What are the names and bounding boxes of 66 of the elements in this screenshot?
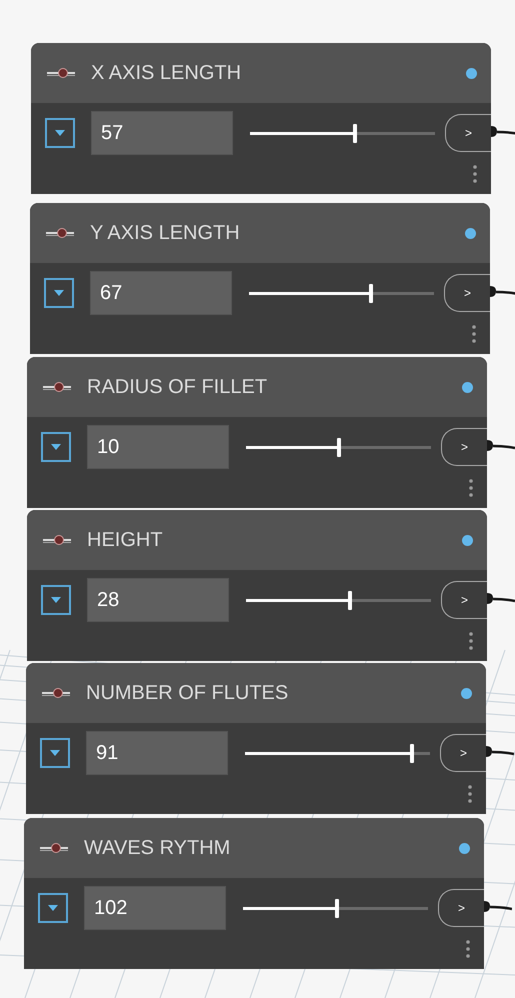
value-field[interactable]: 67: [90, 271, 232, 315]
slider[interactable]: [250, 124, 435, 142]
slider-thumb[interactable]: [353, 124, 358, 142]
value-field[interactable]: 10: [87, 425, 229, 469]
slider[interactable]: [245, 744, 430, 762]
dropdown-toggle[interactable]: [45, 118, 75, 148]
node-title: WAVES RYTHM: [84, 836, 230, 861]
slider[interactable]: [246, 590, 431, 610]
slider-icon: [39, 842, 69, 854]
more-icon[interactable]: [473, 165, 477, 183]
node-title: RADIUS OF FILLET: [87, 375, 268, 400]
value-field[interactable]: 28: [87, 578, 229, 622]
connector-wire: [486, 745, 514, 759]
slider-node[interactable]: NUMBER OF FLUTES 91 >: [26, 663, 486, 814]
triangle-down-icon: [55, 130, 65, 136]
more-icon[interactable]: [468, 785, 472, 803]
slider-thumb[interactable]: [335, 898, 340, 918]
dropdown-toggle[interactable]: [41, 432, 71, 462]
dropdown-toggle[interactable]: [40, 738, 70, 768]
node-header[interactable]: HEIGHT: [27, 510, 487, 570]
node-title: HEIGHT: [87, 528, 163, 553]
dropdown-toggle[interactable]: [38, 893, 68, 923]
node-title: X AXIS LENGTH: [91, 61, 242, 86]
connector-wire: [491, 125, 515, 139]
value-field[interactable]: 91: [86, 731, 228, 775]
node-header[interactable]: X AXIS LENGTH: [31, 43, 491, 103]
slider-thumb[interactable]: [410, 744, 414, 762]
slider-thumb[interactable]: [369, 284, 374, 302]
slider-thumb[interactable]: [348, 590, 352, 610]
triangle-down-icon: [54, 290, 64, 296]
slider[interactable]: [243, 898, 428, 918]
slider[interactable]: [249, 284, 434, 302]
value-field[interactable]: 57: [91, 111, 233, 155]
slider-node[interactable]: X AXIS LENGTH 57 >: [31, 43, 491, 194]
node-header[interactable]: NUMBER OF FLUTES: [26, 663, 486, 723]
slider-icon: [42, 534, 72, 546]
dropdown-toggle[interactable]: [44, 278, 74, 308]
slider-icon: [45, 227, 75, 239]
slider-thumb[interactable]: [336, 438, 340, 456]
value-field[interactable]: 102: [84, 886, 226, 930]
slider-icon: [46, 67, 76, 79]
triangle-down-icon: [51, 597, 61, 603]
connector-wire: [487, 592, 515, 606]
connector-wire: [490, 285, 515, 299]
slider-node[interactable]: WAVES RYTHM 102 >: [24, 818, 484, 969]
slider-icon: [42, 381, 72, 393]
node-title: NUMBER OF FLUTES: [86, 681, 288, 706]
slider-icon: [41, 687, 71, 699]
more-icon[interactable]: [469, 479, 473, 497]
slider-node[interactable]: Y AXIS LENGTH 67 >: [30, 203, 490, 354]
connector-wire: [484, 900, 512, 914]
more-icon[interactable]: [469, 632, 473, 650]
more-icon[interactable]: [466, 940, 470, 958]
triangle-down-icon: [48, 905, 58, 911]
slider[interactable]: [246, 438, 431, 456]
node-header[interactable]: Y AXIS LENGTH: [30, 203, 490, 263]
triangle-down-icon: [51, 444, 61, 450]
more-icon[interactable]: [472, 325, 476, 343]
slider-node[interactable]: HEIGHT 28 >: [27, 510, 487, 661]
triangle-down-icon: [50, 750, 60, 756]
slider-node[interactable]: RADIUS OF FILLET 10 >: [27, 357, 487, 508]
connector-wire: [487, 439, 515, 453]
node-header[interactable]: WAVES RYTHM: [24, 818, 484, 878]
node-header[interactable]: RADIUS OF FILLET: [27, 357, 487, 417]
node-title: Y AXIS LENGTH: [90, 221, 240, 246]
dropdown-toggle[interactable]: [41, 585, 71, 615]
